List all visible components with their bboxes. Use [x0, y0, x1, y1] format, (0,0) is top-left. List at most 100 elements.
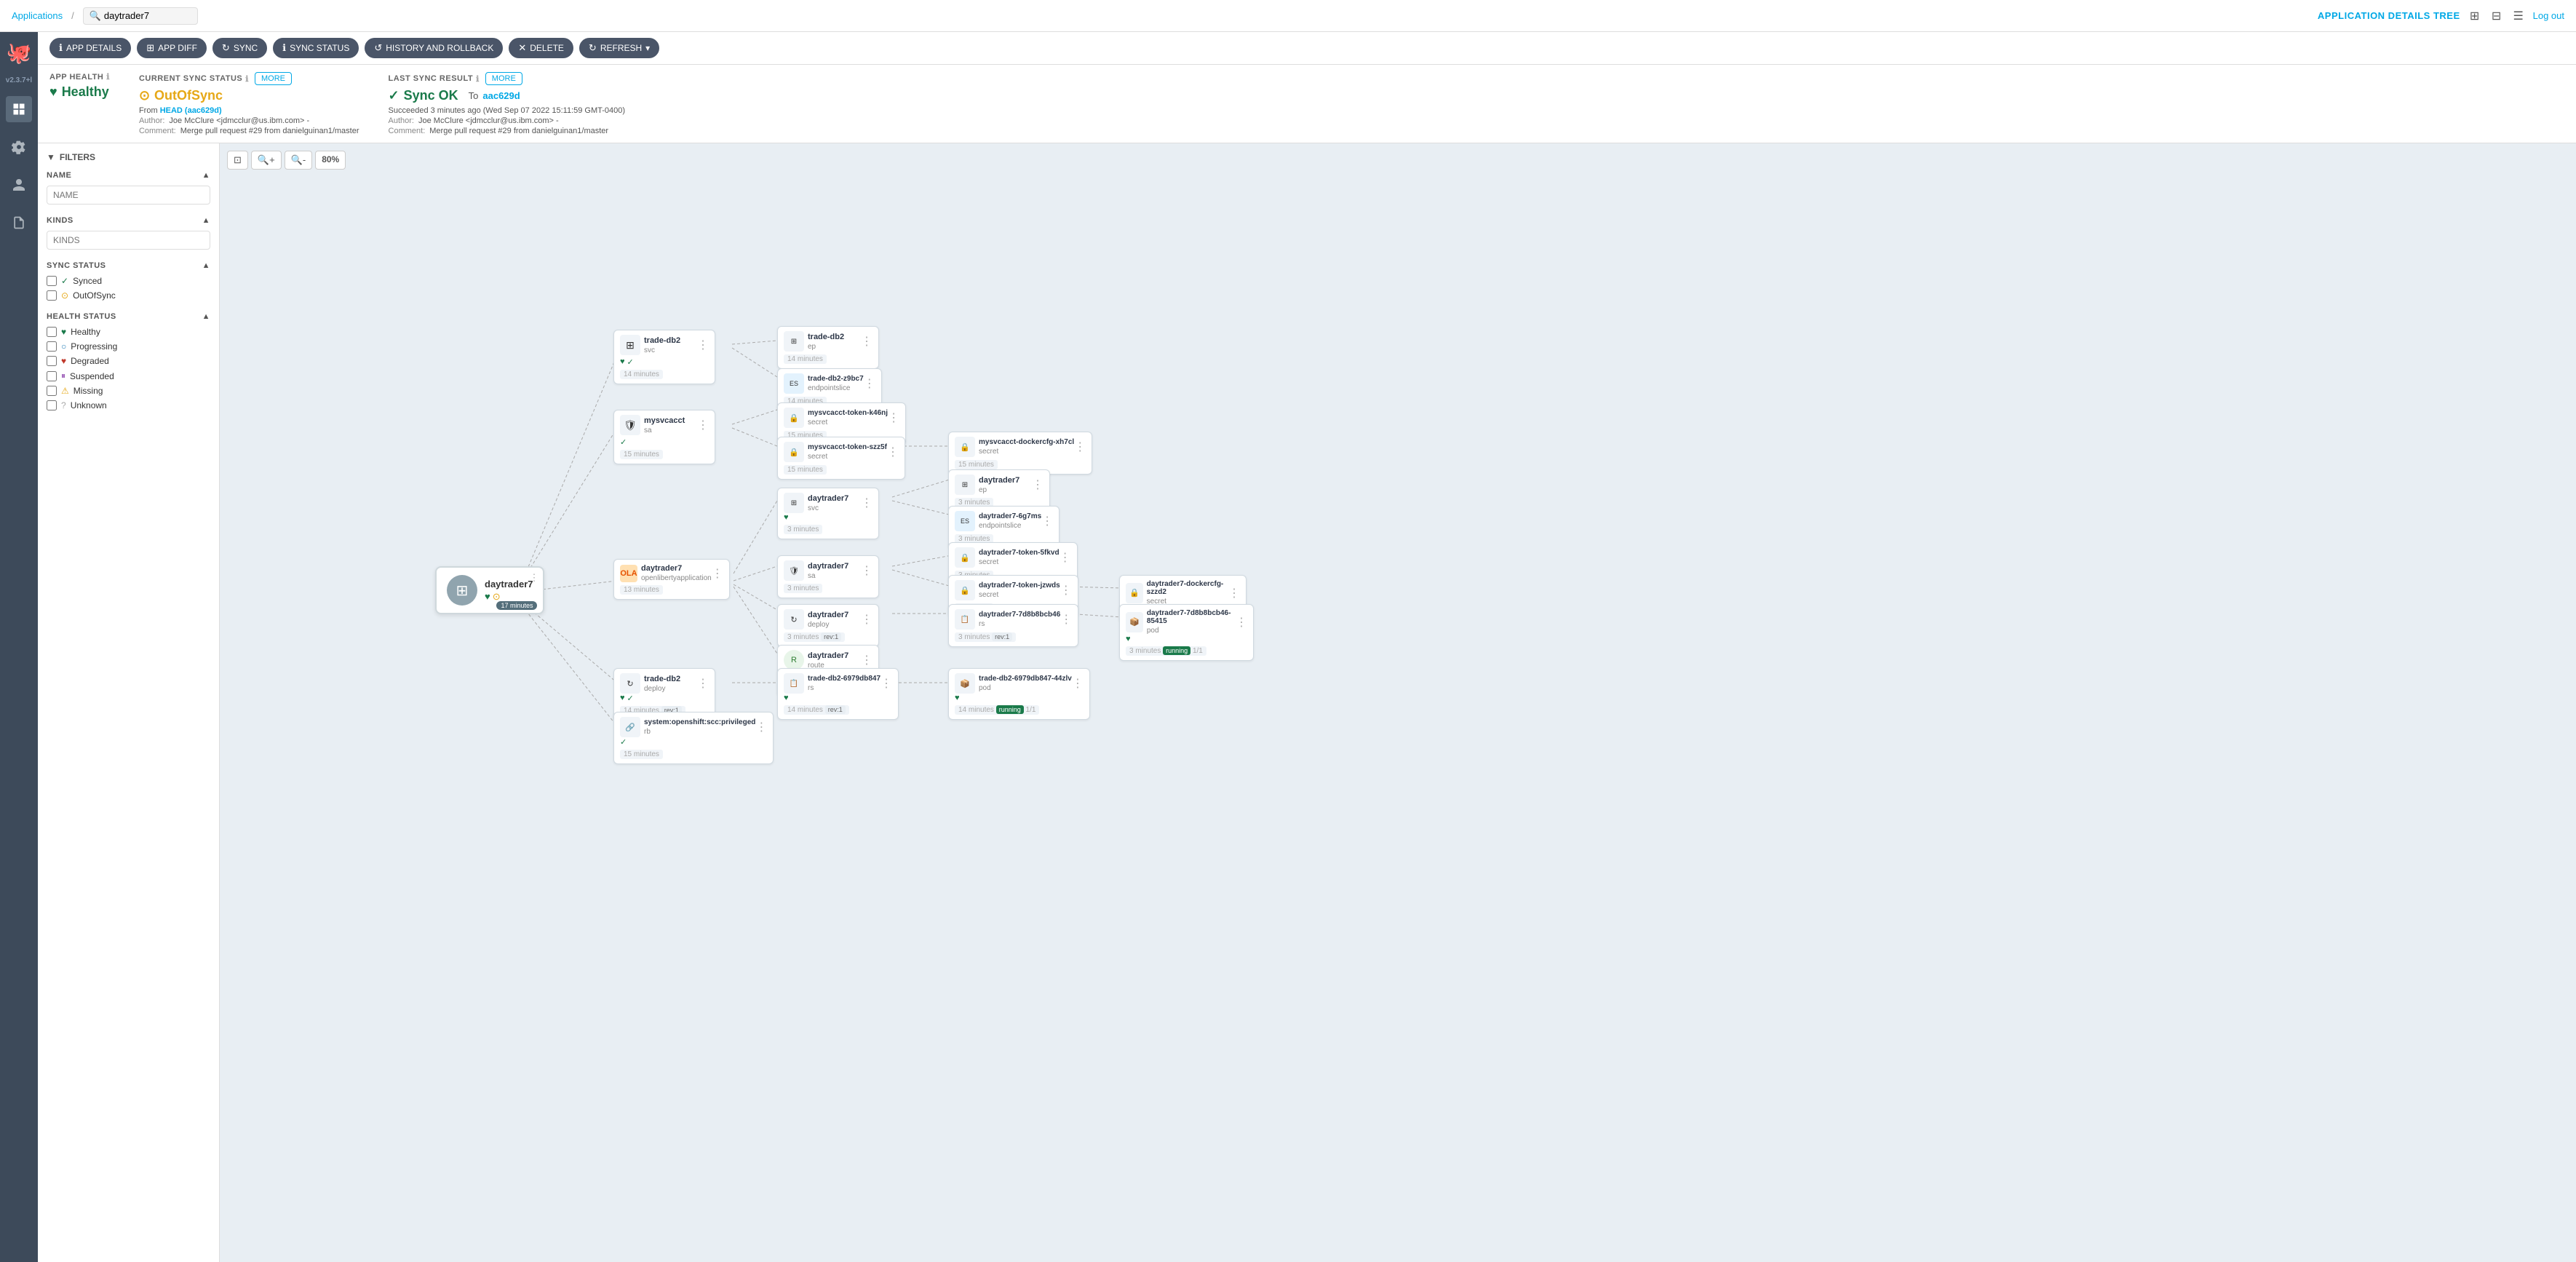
kinds-filter-header[interactable]: KINDS ▲: [47, 216, 210, 225]
node-mysvcacct-dockercfg[interactable]: 🔒 mysvcacct-dockercfg-xh7cl secret ⋮ 15 …: [948, 432, 1092, 475]
grid-view-icon[interactable]: ⊟: [2488, 7, 2505, 25]
node-daytrader7-pod[interactable]: 📦 daytrader7-7d8b8bcb46-85415 pod ⋮ ♥ 3 …: [1119, 604, 1254, 661]
logout-button[interactable]: Log out: [2533, 10, 2564, 21]
synced-checkbox[interactable]: [47, 276, 57, 286]
node-trade-db2-ep[interactable]: ⊞ trade-db2 ep ⋮ 14 minutes: [777, 326, 879, 369]
node-system-openshift[interactable]: 🔗 system:openshift:scc:privileged rb ⋮ ✓…: [613, 712, 774, 764]
health-filter-header[interactable]: HEALTH STATUS ▲: [47, 312, 210, 321]
node-mysvcacct[interactable]: 🛡 mysvcacct sa ⋮ ✓ 15 minutes: [613, 410, 715, 464]
szz5f-dots[interactable]: ⋮: [887, 445, 899, 459]
node-trade-db2-rs[interactable]: 📋 trade-db2-6979db847 rs ⋮ ♥ 14 minutes …: [777, 668, 899, 720]
main-node-icon: ⊞: [447, 575, 477, 606]
last-comment-key: Comment:: [389, 127, 426, 135]
node-ola[interactable]: OLA daytrader7 openlibertyapplication ⋮ …: [613, 559, 730, 600]
node-trade-db2-pod[interactable]: 📦 trade-db2-6979db847-44zlv pod ⋮ ♥ 14 m…: [948, 668, 1090, 720]
tree-view-icon[interactable]: ⊞: [2466, 7, 2484, 25]
progressing-checkbox[interactable]: [47, 341, 57, 352]
list-view-icon[interactable]: ☰: [2510, 7, 2527, 25]
jzwds-dots[interactable]: ⋮: [1060, 583, 1072, 598]
sync-button[interactable]: ↻ SYNC: [212, 38, 267, 58]
ola-dots[interactable]: ⋮: [712, 566, 723, 581]
trade-rs-dots[interactable]: ⋮: [880, 676, 892, 691]
main-node-time: 17 minutes: [496, 601, 537, 610]
kinds-filter-input[interactable]: [47, 231, 210, 250]
dt7-svc-dots[interactable]: ⋮: [861, 496, 872, 510]
zoom-out-button[interactable]: 🔍-: [285, 151, 313, 170]
app-diff-icon: ⊞: [146, 42, 154, 54]
name-filter-input[interactable]: [47, 186, 210, 205]
sync-more-button[interactable]: MORE: [255, 72, 292, 85]
author-value: Joe McClure <jdmcclur@us.ibm.com> -: [169, 116, 309, 125]
app-health-label: APP HEALTH ℹ: [49, 72, 110, 82]
main-node-dots[interactable]: ⋮: [529, 572, 538, 584]
delete-icon: ✕: [518, 42, 526, 54]
k46nj-dots[interactable]: ⋮: [888, 410, 899, 425]
outofsync-checkbox[interactable]: [47, 290, 57, 301]
dt7-route-dots[interactable]: ⋮: [861, 653, 872, 667]
degraded-icon: ♥: [61, 356, 66, 366]
unknown-checkbox[interactable]: [47, 400, 57, 410]
delete-button[interactable]: ✕ DELETE: [509, 38, 573, 58]
refresh-button[interactable]: ↻ REFRESH ▾: [579, 38, 659, 58]
trade-db2-deploy-dots[interactable]: ⋮: [697, 676, 709, 691]
sidebar-item-docs[interactable]: [6, 210, 32, 236]
toolbar: ℹ APP DETAILS ⊞ APP DIFF ↻ SYNC ℹ SYNC S…: [38, 32, 2576, 65]
search-bar[interactable]: 🔍: [83, 7, 198, 25]
degraded-checkbox[interactable]: [47, 356, 57, 366]
sync-status-filter-header[interactable]: SYNC STATUS ▲: [47, 261, 210, 270]
dt7-ep-dots[interactable]: ⋮: [1032, 477, 1043, 492]
sync-status-button[interactable]: ℹ SYNC STATUS: [273, 38, 359, 58]
szzd2-dots[interactable]: ⋮: [1228, 586, 1240, 600]
missing-checkbox[interactable]: [47, 386, 57, 396]
sidebar-item-settings[interactable]: [6, 134, 32, 160]
6g7ms-dots[interactable]: ⋮: [1041, 514, 1053, 528]
unknown-label: Unknown: [71, 400, 107, 410]
dockercfg-dots[interactable]: ⋮: [1074, 440, 1086, 454]
node-daytrader7-sa[interactable]: 🛡 daytrader7 sa ⋮ 3 minutes: [777, 555, 879, 598]
graph-area[interactable]: ⊡ 🔍+ 🔍- 80%: [220, 143, 2576, 1262]
trade-db2-svc-dots[interactable]: ⋮: [697, 338, 709, 352]
app-details-button[interactable]: ℹ APP DETAILS: [49, 38, 131, 58]
nav-right: APPLICATION DETAILS TREE ⊞ ⊟ ☰ Log out: [2318, 7, 2564, 25]
history-rollback-button[interactable]: ↺ HISTORY AND ROLLBACK: [365, 38, 503, 58]
sync-filter-synced[interactable]: ✓ Synced: [47, 276, 210, 286]
head-commit-link[interactable]: HEAD (aac629d): [160, 106, 222, 115]
search-input[interactable]: [104, 10, 191, 21]
sidebar-item-apps[interactable]: [6, 96, 32, 122]
rs-dots[interactable]: ⋮: [1060, 612, 1072, 627]
health-filter-unknown[interactable]: ? Unknown: [47, 400, 210, 410]
dt7-pod-dots[interactable]: ⋮: [1236, 615, 1247, 630]
health-filter-healthy[interactable]: ♥ Healthy: [47, 327, 210, 337]
current-sync-section: CURRENT SYNC STATUS ℹ MORE ⊙ OutOfSync F…: [139, 72, 359, 135]
5fkvd-dots[interactable]: ⋮: [1060, 550, 1071, 565]
health-filter-suspended[interactable]: ⏸ Suspended: [47, 370, 210, 381]
zoom-in-button[interactable]: 🔍+: [251, 151, 282, 170]
node-daytrader7-deploy[interactable]: ↻ daytrader7 deploy ⋮ 3 minutes rev:1: [777, 604, 879, 647]
kinds-collapse-icon: ▲: [202, 216, 210, 225]
ep-dots[interactable]: ⋮: [861, 334, 872, 349]
app-diff-button[interactable]: ⊞ APP DIFF: [137, 38, 207, 58]
suspended-checkbox[interactable]: [47, 371, 57, 381]
health-filter-degraded[interactable]: ♥ Degraded: [47, 356, 210, 366]
breadcrumb-applications[interactable]: Applications: [12, 10, 63, 21]
healthy-checkbox[interactable]: [47, 327, 57, 337]
node-mysvcacct-token-szz5f[interactable]: 🔒 mysvcacct-token-szz5f secret ⋮ 15 minu…: [777, 437, 905, 480]
health-filter-missing[interactable]: ⚠ Missing: [47, 386, 210, 396]
main-node[interactable]: ⊞ daytrader7 ♥ ⊙ 17 minutes ⋮: [435, 566, 544, 614]
node-daytrader7-svc[interactable]: ⊞ daytrader7 svc ⋮ ♥ 3 minutes: [777, 488, 879, 539]
last-sync-more-button[interactable]: MORE: [485, 72, 522, 85]
sync-filter-outofsync[interactable]: ⊙ OutOfSync: [47, 290, 210, 301]
name-filter-header[interactable]: NAME ▲: [47, 171, 210, 180]
trade-pod-dots[interactable]: ⋮: [1072, 676, 1084, 691]
dt7-deploy-dots[interactable]: ⋮: [861, 612, 872, 627]
rb-dots[interactable]: ⋮: [755, 720, 767, 734]
mysvcacct-dots[interactable]: ⋮: [697, 418, 709, 432]
health-filter-progressing[interactable]: ○ Progressing: [47, 341, 210, 352]
commit-link[interactable]: aac629d: [482, 90, 520, 101]
sidebar-item-user[interactable]: [6, 172, 32, 198]
fit-to-screen-button[interactable]: ⊡: [227, 151, 248, 170]
node-daytrader7-rs[interactable]: 📋 daytrader7-7d8b8bcb46 rs ⋮ 3 minutes r…: [948, 604, 1078, 647]
node-trade-db2-svc[interactable]: ⊞ trade-db2 svc ⋮ ♥ ✓: [613, 330, 715, 384]
dt7-sa-dots[interactable]: ⋮: [861, 563, 872, 578]
eps-dots[interactable]: ⋮: [864, 376, 875, 391]
